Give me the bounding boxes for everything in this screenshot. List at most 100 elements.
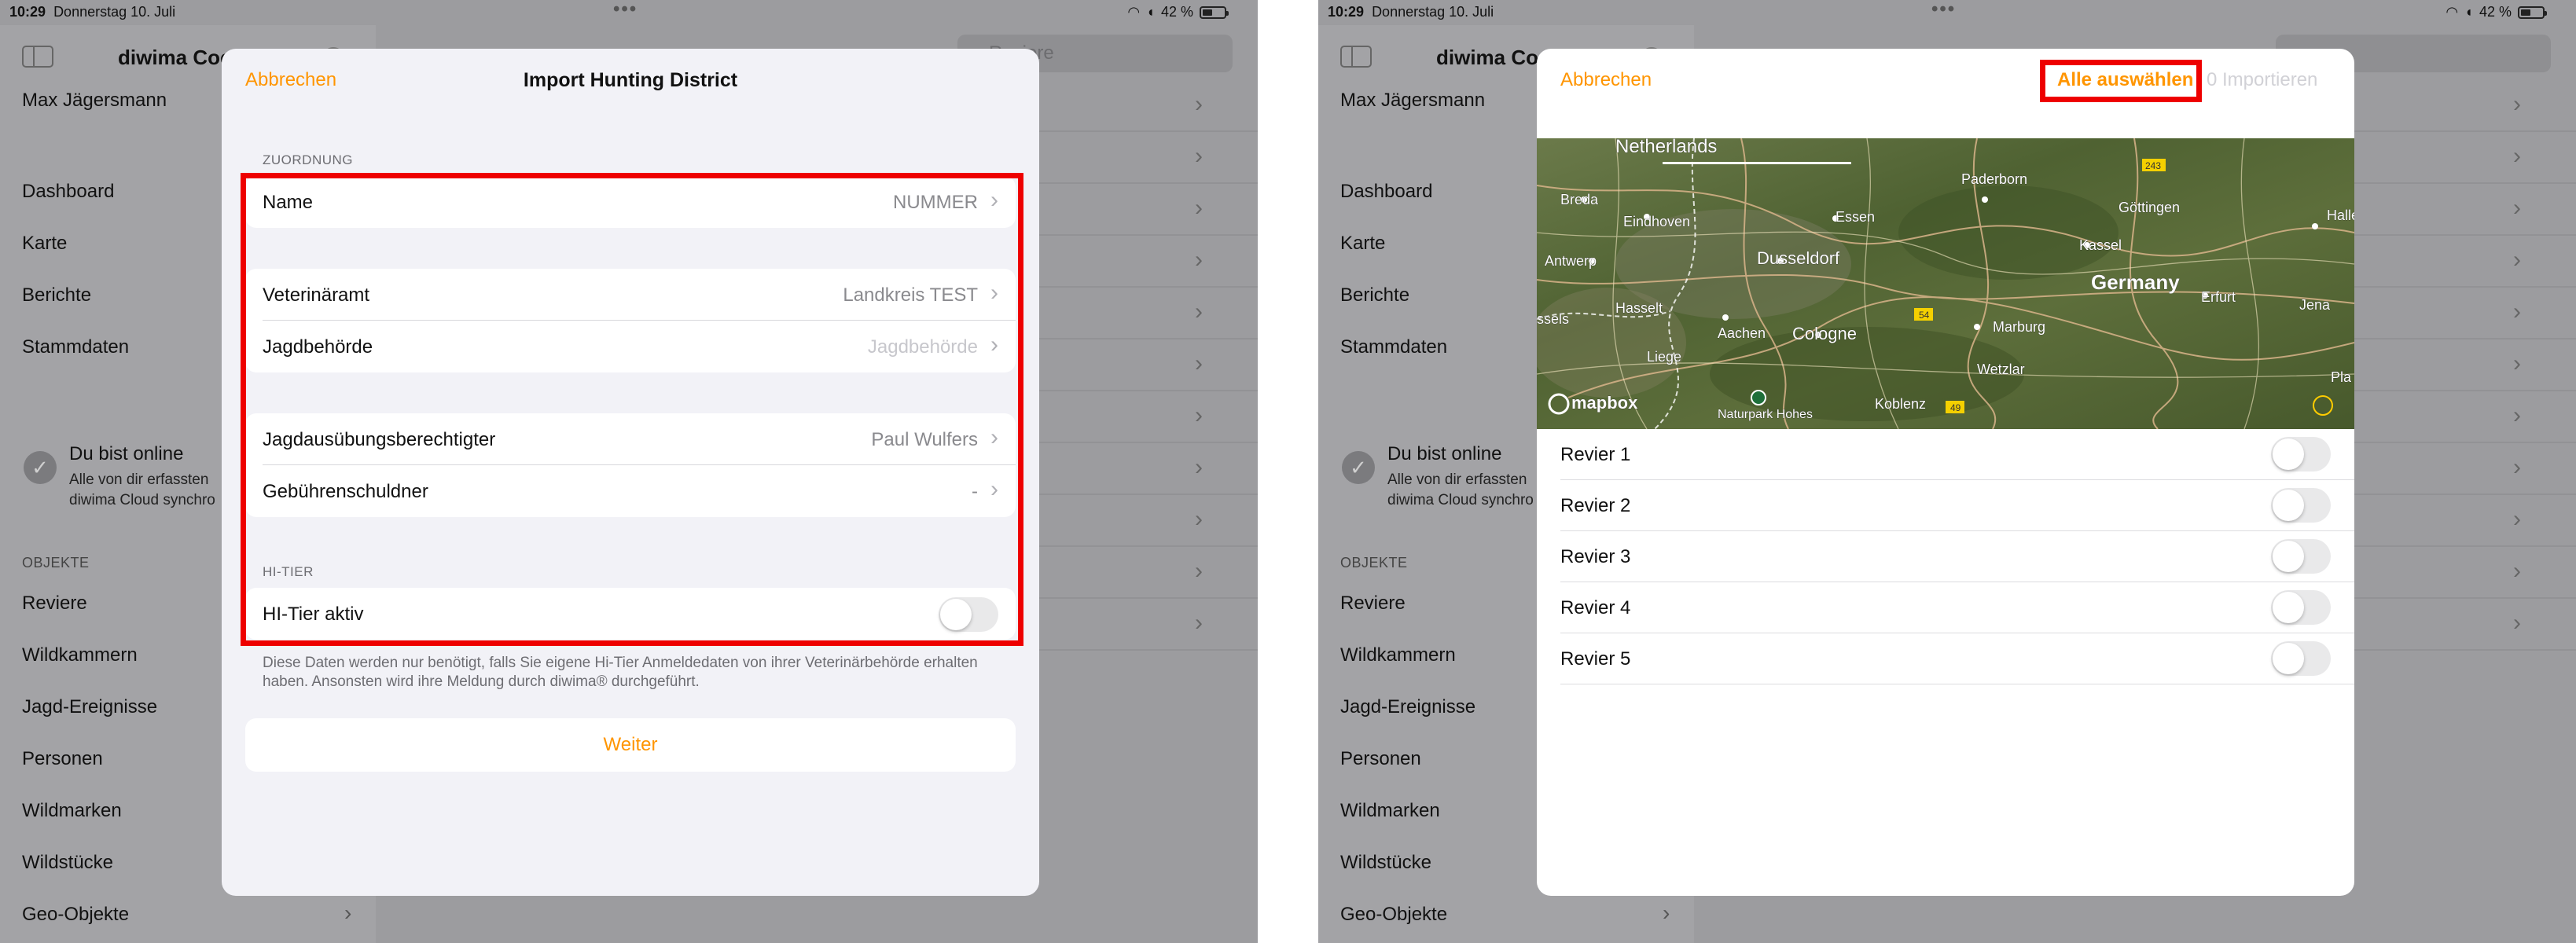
sidebar-item-stammdaten[interactable]: Stammdaten — [1340, 336, 1447, 358]
chevron-right-icon: › — [2513, 558, 2521, 584]
chevron-right-icon: › — [2513, 402, 2521, 428]
sidebar-item-reviere[interactable]: Reviere — [22, 593, 87, 615]
sheet-navbar: Import Hunting District Abbrechen — [222, 49, 1039, 112]
chevron-right-icon: › — [2513, 143, 2521, 169]
chevron-right-icon: › — [2513, 506, 2521, 532]
highlight-box-select-all — [2040, 60, 2202, 102]
sidebar-user[interactable]: Max Jägersmann — [22, 90, 167, 112]
chevron-right-icon: › — [1195, 247, 1203, 273]
chevron-right-icon: › — [2513, 195, 2521, 221]
sidebar-item-dashboard[interactable]: Dashboard — [22, 181, 114, 203]
sidebar-item-berichte[interactable]: Berichte — [1340, 284, 1409, 306]
map-label-essen: Essen — [1836, 209, 1875, 225]
sidebar-item-jagd-ereignisse[interactable]: Jagd-Ereignisse — [1340, 696, 1475, 718]
battery-percent: 42 % — [2479, 4, 2512, 20]
sheet-title: Import Hunting District — [523, 69, 738, 91]
sidebar-toggle-icon[interactable] — [22, 46, 53, 68]
sidebar-item-jagd-ereignisse[interactable]: Jagd-Ereignisse — [22, 696, 157, 718]
sidebar-user[interactable]: Max Jägersmann — [1340, 90, 1485, 112]
map-label-germany: Germany — [2091, 270, 2180, 294]
sidebar-item-karte[interactable]: Karte — [22, 233, 67, 255]
sidebar-item-wildstuecke[interactable]: Wildstücke — [22, 852, 113, 874]
headphones-icon: ◖ — [1146, 4, 1155, 20]
sidebar-item-wildmarken[interactable]: Wildmarken — [22, 800, 122, 822]
sidebar-item-wildstuecke[interactable]: Wildstücke — [1340, 852, 1431, 874]
sidebar-item-wildmarken[interactable]: Wildmarken — [1340, 800, 1440, 822]
sidebar-item-geo-objekte[interactable]: Geo-Objekte — [1340, 904, 1447, 926]
road-shield-54: 54 — [1919, 310, 1930, 321]
map-label-hasselt: Hasselt — [1615, 300, 1663, 316]
online-title: Du bist online — [1387, 443, 1502, 464]
list-item-revier-1: Revier 1 — [1537, 429, 2354, 480]
list-item-revier-4: Revier 4 — [1537, 582, 2354, 633]
battery-icon — [2518, 6, 2547, 19]
sidebar-item-wildkammern[interactable]: Wildkammern — [1340, 644, 1456, 666]
map-label-naturpark: Naturpark Hohes — [1718, 408, 1813, 421]
revier-toggle[interactable] — [2271, 488, 2331, 523]
wifi-icon: ◠ — [2446, 4, 2459, 20]
objects-section-header: OBJEKTE — [1340, 555, 1408, 571]
revier-toggle[interactable] — [2271, 539, 2331, 574]
sidebar-item-personen[interactable]: Personen — [1340, 748, 1421, 770]
highlight-box-form — [241, 173, 1023, 646]
map-label-wetzlar: Wetzlar — [1977, 361, 2025, 377]
import-button[interactable]: 0 Importieren — [2207, 69, 2317, 91]
chevron-right-icon: › — [1195, 350, 1203, 376]
revier-toggle[interactable] — [2271, 437, 2331, 472]
revier-toggle[interactable] — [2271, 641, 2331, 676]
list-item-revier-5: Revier 5 — [1537, 633, 2354, 684]
headphones-icon: ◖ — [2464, 4, 2473, 20]
continue-button[interactable]: Weiter — [245, 718, 1016, 772]
screenshot-left: 10:29 Donnerstag 10. Juli ••• ◠ ◖ 42 % diw… — [0, 0, 1258, 943]
sidebar-toggle-icon[interactable] — [1340, 46, 1372, 68]
map-label-breda: Breda — [1560, 192, 1599, 207]
map-label-netherlands: Netherlands — [1615, 138, 1717, 157]
road-shield-49: 49 — [1950, 402, 1961, 413]
sidebar-item-dashboard[interactable]: Dashboard — [1340, 181, 1432, 203]
chevron-right-icon: › — [2513, 91, 2521, 117]
chevron-right-icon: › — [1195, 454, 1203, 480]
chevron-right-icon: › — [2513, 299, 2521, 325]
list-item-revier-2: Revier 2 — [1537, 480, 2354, 531]
multitasking-dots-icon[interactable]: ••• — [1931, 0, 1956, 20]
chevron-right-icon: › — [1195, 91, 1203, 117]
revier-toggle[interactable] — [2271, 590, 2331, 625]
revier-name: Revier 1 — [1560, 444, 1631, 465]
chevron-right-icon: › — [1195, 143, 1203, 169]
sidebar-item-berichte[interactable]: Berichte — [22, 284, 91, 306]
online-line-1: Alle von dir erfassten — [1387, 472, 1527, 488]
multitasking-dots-icon[interactable]: ••• — [613, 0, 638, 20]
list-item-revier-3: Revier 3 — [1537, 531, 2354, 582]
map-label-brussels: ssels — [1537, 311, 1569, 327]
sheet-navbar: Abbrechen Alle auswählen 0 Importieren — [1537, 49, 2354, 112]
satellite-map[interactable]: Netherlands Germany Paderborn Göttingen … — [1537, 138, 2354, 429]
chevron-right-icon: › — [1663, 901, 1670, 925]
battery-percent: 42 % — [1160, 4, 1193, 20]
hitier-footer-note: Diese Daten werden nur benötigt, falls S… — [263, 655, 978, 690]
sidebar-item-personen[interactable]: Personen — [22, 748, 103, 770]
cancel-button[interactable]: Abbrechen — [245, 69, 336, 91]
chevron-right-icon: › — [1195, 299, 1203, 325]
chevron-right-icon: › — [1195, 558, 1203, 584]
chevron-right-icon: › — [2513, 610, 2521, 636]
map-label-jena: Jena — [2299, 297, 2331, 313]
cancel-button[interactable]: Abbrechen — [1560, 69, 1652, 91]
mapbox-logo: mapbox — [1571, 393, 1638, 413]
screenshot-right: 10:29 Donnerstag 10. Juli ••• ◠ ◖ 42 % diw… — [1318, 0, 2576, 943]
map-label-paderborn: Paderborn — [1961, 171, 2027, 187]
map-canvas: Netherlands Germany Paderborn Göttingen … — [1537, 138, 2354, 429]
sidebar-item-geo-objekte[interactable]: Geo-Objekte — [22, 904, 129, 926]
revier-name: Revier 2 — [1560, 495, 1631, 516]
checkmark-icon: ✓ — [1342, 451, 1375, 484]
map-label-koblenz: Koblenz — [1875, 396, 1926, 412]
online-line-1: Alle von dir erfassten — [69, 472, 209, 488]
map-label-aachen: Aachen — [1718, 325, 1766, 341]
status-time: 10:29 — [1328, 4, 1365, 20]
map-label-marburg: Marburg — [1993, 319, 2045, 335]
sidebar-item-karte[interactable]: Karte — [1340, 233, 1385, 255]
chevron-right-icon: › — [1195, 195, 1203, 221]
map-label-antwerp: Antwerp — [1545, 253, 1597, 269]
sidebar-item-stammdaten[interactable]: Stammdaten — [22, 336, 129, 358]
sidebar-item-wildkammern[interactable]: Wildkammern — [22, 644, 138, 666]
sidebar-item-reviere[interactable]: Reviere — [1340, 593, 1406, 615]
